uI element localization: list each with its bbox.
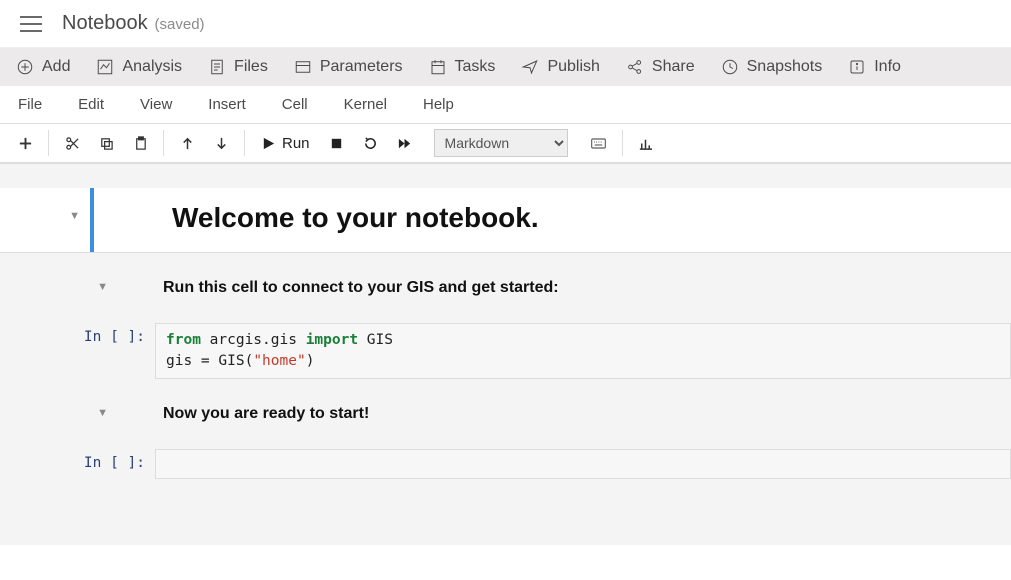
play-icon	[261, 136, 276, 151]
ribbon-parameters-label: Parameters	[320, 58, 403, 76]
ribbon-publish[interactable]: Publish	[521, 58, 599, 76]
menu-view[interactable]: View	[140, 96, 172, 113]
toolbar: Run Markdown	[0, 123, 1011, 163]
bar-chart-icon	[638, 136, 653, 151]
paste-button[interactable]	[123, 128, 157, 158]
ribbon-share-label: Share	[652, 58, 695, 76]
publish-icon	[521, 58, 539, 76]
copy-button[interactable]	[89, 128, 123, 158]
menu-file[interactable]: File	[18, 96, 42, 113]
arrow-down-icon	[214, 136, 229, 151]
move-up-button[interactable]	[170, 128, 204, 158]
ribbon-analysis[interactable]: Analysis	[96, 58, 182, 76]
input-prompt: In [ ]:	[0, 449, 155, 471]
save-status: (saved)	[155, 16, 205, 33]
chart-button[interactable]	[629, 128, 663, 158]
markdown-text: Now you are ready to start!	[118, 405, 369, 423]
menu-insert[interactable]: Insert	[208, 96, 246, 113]
ribbon: Add Analysis Files Parameters Tasks Publ…	[0, 48, 1011, 86]
code-token: import	[306, 332, 358, 348]
info-icon	[848, 58, 866, 76]
parameters-icon	[294, 58, 312, 76]
ribbon-tasks-label: Tasks	[455, 58, 496, 76]
stop-button[interactable]	[320, 128, 354, 158]
cut-button[interactable]	[55, 128, 89, 158]
ribbon-snapshots[interactable]: Snapshots	[721, 58, 823, 76]
ribbon-analysis-label: Analysis	[122, 58, 182, 76]
code-input[interactable]	[155, 449, 1011, 479]
menu-edit[interactable]: Edit	[78, 96, 104, 113]
run-button[interactable]: Run	[251, 135, 320, 152]
cell-type-select[interactable]: Markdown	[434, 129, 568, 157]
ribbon-tasks[interactable]: Tasks	[429, 58, 496, 76]
hamburger-icon[interactable]	[20, 16, 42, 32]
ribbon-files-label: Files	[234, 58, 268, 76]
run-all-button[interactable]	[388, 128, 422, 158]
ribbon-add-label: Add	[42, 58, 70, 76]
code-token: GIS	[358, 332, 393, 348]
cell-markdown-heading[interactable]: ▼ Welcome to your notebook.	[0, 188, 1011, 253]
collapse-icon[interactable]: ▼	[97, 407, 108, 419]
restart-icon	[363, 136, 378, 151]
paste-icon	[133, 136, 148, 151]
ribbon-publish-label: Publish	[547, 58, 599, 76]
run-label: Run	[282, 135, 310, 152]
separator	[163, 130, 164, 156]
cell-markdown-2[interactable]: ▼ Now you are ready to start!	[0, 405, 1011, 423]
scissors-icon	[65, 136, 80, 151]
notebook-title: Notebook	[62, 12, 148, 34]
ribbon-info-label: Info	[874, 58, 901, 76]
collapse-icon[interactable]: ▼	[69, 210, 80, 222]
share-icon	[626, 58, 644, 76]
app-header: Notebook (saved)	[0, 0, 1011, 48]
separator	[622, 130, 623, 156]
code-token: from	[166, 332, 201, 348]
separator	[244, 130, 245, 156]
insert-cell-button[interactable]	[8, 128, 42, 158]
keyboard-icon	[591, 136, 606, 151]
ribbon-add[interactable]: Add	[16, 58, 70, 76]
cell-code-1[interactable]: In [ ]: from arcgis.gis import GIS gis =…	[0, 323, 1011, 379]
restart-button[interactable]	[354, 128, 388, 158]
ribbon-snapshots-label: Snapshots	[747, 58, 823, 76]
markdown-text: Run this cell to connect to your GIS and…	[118, 279, 559, 297]
copy-icon	[99, 136, 114, 151]
analysis-icon	[96, 58, 114, 76]
plus-circle-icon	[16, 58, 34, 76]
ribbon-share[interactable]: Share	[626, 58, 695, 76]
code-token: "home"	[253, 353, 305, 369]
code-token: gis = GIS(	[166, 353, 253, 369]
cell-type-select-wrap: Markdown	[434, 129, 568, 157]
code-input[interactable]: from arcgis.gis import GIS gis = GIS("ho…	[155, 323, 1011, 379]
menu-help[interactable]: Help	[423, 96, 454, 113]
keyboard-button[interactable]	[582, 128, 616, 158]
menu-cell[interactable]: Cell	[282, 96, 308, 113]
ribbon-files[interactable]: Files	[208, 58, 268, 76]
move-down-button[interactable]	[204, 128, 238, 158]
files-icon	[208, 58, 226, 76]
ribbon-parameters[interactable]: Parameters	[294, 58, 403, 76]
plus-icon	[18, 136, 33, 151]
ribbon-info[interactable]: Info	[848, 58, 901, 76]
arrow-up-icon	[180, 136, 195, 151]
code-token: )	[306, 353, 315, 369]
clock-icon	[721, 58, 739, 76]
code-token: arcgis.gis	[201, 332, 306, 348]
stop-icon	[329, 136, 344, 151]
notebook-title-wrap: Notebook (saved)	[62, 12, 205, 35]
markdown-heading: Welcome to your notebook.	[172, 202, 1011, 234]
input-prompt: In [ ]:	[0, 323, 155, 345]
cell-code-2[interactable]: In [ ]:	[0, 449, 1011, 479]
cell-markdown-1[interactable]: ▼ Run this cell to connect to your GIS a…	[0, 279, 1011, 297]
menu-kernel[interactable]: Kernel	[344, 96, 387, 113]
notebook-area: ▼ Welcome to your notebook. ▼ Run this c…	[0, 163, 1011, 545]
menubar: File Edit View Insert Cell Kernel Help	[0, 86, 1011, 123]
fast-forward-icon	[397, 136, 412, 151]
calendar-icon	[429, 58, 447, 76]
collapse-icon[interactable]: ▼	[97, 281, 108, 293]
separator	[48, 130, 49, 156]
